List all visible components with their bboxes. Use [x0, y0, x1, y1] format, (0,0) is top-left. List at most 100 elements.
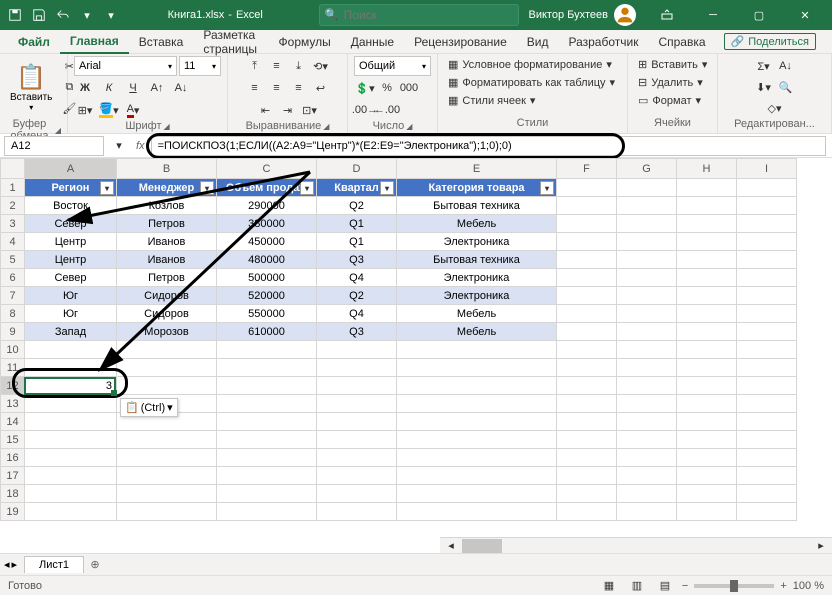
cell[interactable]: [737, 359, 797, 377]
cell[interactable]: [677, 215, 737, 233]
view-pagebreak-icon[interactable]: ▤: [654, 576, 676, 596]
worksheet-grid[interactable]: A B C D E F G H I 1Регион▾Менеджер▾Объем…: [0, 158, 832, 553]
cell[interactable]: Сидоров: [117, 305, 217, 323]
close-button[interactable]: ✕: [782, 0, 828, 30]
cell[interactable]: [397, 485, 557, 503]
cell[interactable]: [317, 377, 397, 395]
insert-cells-button[interactable]: ⊞Вставить▾: [634, 56, 711, 73]
cell[interactable]: [617, 179, 677, 197]
cell[interactable]: [397, 377, 557, 395]
paste-options-button[interactable]: 📋(Ctrl)▾: [120, 398, 178, 417]
bold-button[interactable]: Ж: [74, 78, 96, 98]
cell[interactable]: Квартал▾: [317, 179, 397, 197]
search-box[interactable]: 🔍: [319, 4, 519, 26]
cell[interactable]: [677, 467, 737, 485]
inc-decimal-icon[interactable]: .00→: [354, 100, 376, 120]
font-size-combo[interactable]: 11▾: [179, 56, 221, 76]
cell[interactable]: [737, 179, 797, 197]
zoom-slider[interactable]: [694, 584, 774, 588]
row-header[interactable]: 8: [1, 305, 25, 323]
cell[interactable]: [617, 359, 677, 377]
cell[interactable]: Петров: [117, 269, 217, 287]
row-header[interactable]: 6: [1, 269, 25, 287]
tab-home[interactable]: Главная: [60, 30, 129, 54]
name-box[interactable]: A12: [4, 136, 104, 156]
align-top-icon[interactable]: ⤒: [244, 56, 266, 76]
filter-icon[interactable]: ▾: [540, 181, 554, 195]
cell[interactable]: Петров: [117, 215, 217, 233]
namebox-dropdown-icon[interactable]: ▾: [108, 136, 130, 156]
cell[interactable]: [617, 431, 677, 449]
search-input[interactable]: [319, 4, 519, 26]
dec-decimal-icon[interactable]: ←.00: [376, 100, 398, 120]
cell[interactable]: 3: [25, 377, 117, 395]
sheet-nav-next-icon[interactable]: ▸: [12, 558, 18, 571]
autosave-icon[interactable]: [4, 4, 26, 26]
align-center-icon[interactable]: ≡: [266, 78, 288, 98]
cell[interactable]: Запад: [25, 323, 117, 341]
scroll-right-icon[interactable]: ▸: [810, 536, 832, 554]
cell[interactable]: [317, 467, 397, 485]
cell[interactable]: [677, 359, 737, 377]
tab-file[interactable]: Файл: [8, 30, 60, 54]
cell[interactable]: Юг: [25, 305, 117, 323]
align-right-icon[interactable]: ≡: [288, 78, 310, 98]
cell[interactable]: [677, 287, 737, 305]
row-header[interactable]: 3: [1, 215, 25, 233]
formula-input[interactable]: =ПОИСКПОЗ(1;ЕСЛИ((A2:A9="Центр")*(E2:E9=…: [151, 136, 826, 156]
tab-formulas[interactable]: Формулы: [269, 30, 341, 54]
qat-more-icon[interactable]: ▾: [100, 4, 122, 26]
cell[interactable]: Сидоров: [117, 287, 217, 305]
save-icon[interactable]: [28, 4, 50, 26]
format-cells-button[interactable]: ▭Формат▾: [634, 92, 711, 109]
cell[interactable]: [397, 467, 557, 485]
cell[interactable]: [677, 341, 737, 359]
cell[interactable]: Q3: [317, 323, 397, 341]
align-bottom-icon[interactable]: ⤓: [288, 56, 310, 76]
cell[interactable]: Бытовая техника: [397, 251, 557, 269]
cell[interactable]: Регион▾: [25, 179, 117, 197]
col-header-d[interactable]: D: [317, 159, 397, 179]
select-all-corner[interactable]: [1, 159, 25, 179]
cell[interactable]: [737, 197, 797, 215]
cell[interactable]: Восток: [25, 197, 117, 215]
grow-font-icon[interactable]: A↑: [146, 78, 168, 98]
cell[interactable]: Q2: [317, 197, 397, 215]
cell[interactable]: [677, 485, 737, 503]
cell[interactable]: Север: [25, 269, 117, 287]
cell[interactable]: [397, 341, 557, 359]
row-header[interactable]: 9: [1, 323, 25, 341]
cell[interactable]: [617, 467, 677, 485]
cell[interactable]: [557, 395, 617, 413]
cell[interactable]: [557, 413, 617, 431]
cell[interactable]: [677, 503, 737, 521]
tab-developer[interactable]: Разработчик: [558, 30, 648, 54]
cell[interactable]: [617, 377, 677, 395]
cell[interactable]: [557, 449, 617, 467]
row-header[interactable]: 14: [1, 413, 25, 431]
cell[interactable]: [317, 485, 397, 503]
cell[interactable]: [397, 503, 557, 521]
cell[interactable]: [737, 233, 797, 251]
orientation-icon[interactable]: ⟲▾: [310, 56, 332, 76]
cell[interactable]: [25, 413, 117, 431]
cell[interactable]: [217, 395, 317, 413]
cell[interactable]: [397, 449, 557, 467]
cell[interactable]: Q2: [317, 287, 397, 305]
col-header-a[interactable]: A: [25, 159, 117, 179]
cell[interactable]: [617, 197, 677, 215]
cell[interactable]: [617, 395, 677, 413]
tab-insert[interactable]: Вставка: [129, 30, 194, 54]
cell[interactable]: [317, 431, 397, 449]
cell[interactable]: [397, 431, 557, 449]
cell[interactable]: [557, 287, 617, 305]
cell[interactable]: [557, 431, 617, 449]
clear-icon[interactable]: ◇▾: [764, 98, 786, 118]
row-header[interactable]: 12: [1, 377, 25, 395]
cell[interactable]: [557, 377, 617, 395]
cell[interactable]: [677, 233, 737, 251]
cell[interactable]: [557, 341, 617, 359]
cell[interactable]: [677, 413, 737, 431]
view-normal-icon[interactable]: ▦: [598, 576, 620, 596]
tab-help[interactable]: Справка: [648, 30, 715, 54]
